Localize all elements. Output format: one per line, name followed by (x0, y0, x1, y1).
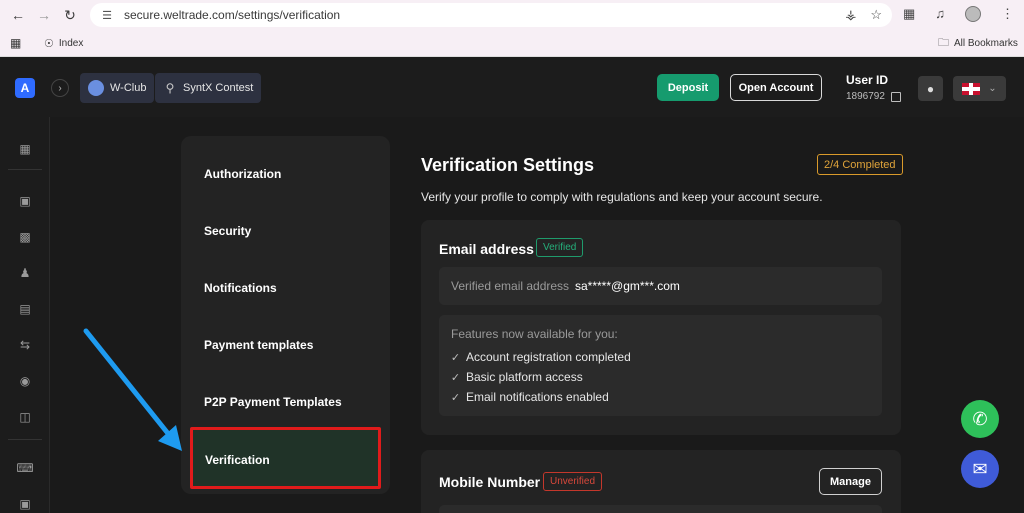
email-card: Email address Verified Verified email ad… (421, 220, 901, 435)
folder-icon: 🗀 (938, 36, 949, 49)
transfer-icon[interactable]: ⇆ (18, 338, 32, 352)
uk-flag-icon (962, 82, 981, 95)
nav-item-verification[interactable]: Verification (190, 427, 381, 489)
email-label: Verified email address (451, 279, 570, 293)
menu-icon[interactable]: ⋮ (1001, 6, 1014, 22)
apps-icon[interactable]: ▦ (10, 36, 21, 50)
accounts-icon[interactable]: ▤ (18, 302, 32, 316)
user-id-label: User ID (846, 73, 889, 87)
w-club-icon (88, 80, 104, 96)
user-profile-icon[interactable]: ● (918, 76, 943, 101)
left-sidebar: ▦ ▣ ▩ ♟ ▤ ⇆ ◉ ◫ ⌨ ▣ (0, 117, 50, 513)
back-icon[interactable]: ← (8, 5, 28, 25)
mobile-info-box (439, 505, 882, 513)
user-id-value: 1896792 (846, 91, 901, 102)
copy-icon[interactable] (890, 91, 901, 102)
mobile-card-title: Mobile Number (439, 474, 541, 490)
whatsapp-icon[interactable]: ✆ (961, 400, 999, 438)
documents-icon[interactable]: ◫ (18, 410, 32, 424)
annotation-arrow (83, 328, 182, 451)
password-key-icon[interactable]: ⚶ (845, 7, 856, 23)
list-item: ✓ Basic platform access (450, 370, 583, 384)
partners-icon[interactable]: ♟ (18, 266, 32, 280)
page-title: Verification Settings (421, 155, 595, 175)
trophy-icon: ⚲ (165, 81, 175, 95)
syntx-contest-button[interactable]: ⚲ SyntX Contest (155, 73, 262, 103)
forward-icon[interactable]: → (34, 5, 54, 25)
url-text: secure.weltrade.com/settings/verificatio… (124, 8, 341, 22)
nav-item-security[interactable]: Security (204, 224, 251, 238)
status-badge: Unverified (543, 472, 603, 491)
bookmarks-bar: ▦ ☉ Index 🗀 All Bookmarks (0, 30, 1024, 57)
terminal-icon[interactable]: ⌨ (16, 461, 33, 475)
check-icon: ✓ (450, 371, 461, 384)
image-icon[interactable]: ▣ (18, 497, 32, 511)
nav-item-p2p-payment-templates[interactable]: P2P Payment Templates (204, 395, 342, 409)
nav-item-notifications[interactable]: Notifications (204, 281, 277, 295)
manage-button[interactable]: Manage (819, 468, 882, 495)
status-badge: Verified (536, 238, 584, 257)
reload-icon[interactable]: ↻ (60, 5, 80, 25)
progress-badge: 2/4 Completed (817, 154, 903, 175)
page-subtitle: Verify your profile to comply with regul… (421, 190, 823, 204)
chevron-down-icon: ⌄ (988, 83, 997, 94)
cash-icon[interactable]: ◉ (18, 374, 32, 388)
chevron-right-icon[interactable]: › (51, 79, 69, 97)
bookmark-index[interactable]: ☉ Index (44, 37, 83, 50)
email-card-title: Email address (439, 241, 534, 257)
browser-toolbar: ← → ↻ ☰ secure.weltrade.com/settings/ver… (0, 0, 1024, 30)
nav-item-verification-label: Verification (205, 453, 270, 467)
rail-divider (8, 439, 42, 440)
list-item: ✓ Email notifications enabled (450, 390, 609, 404)
features-title: Features now available for you: (451, 327, 618, 341)
email-value: sa*****@gm***.com (575, 279, 680, 293)
mobile-card: Mobile Number Unverified Manage (421, 450, 901, 513)
globe-icon: ☉ (44, 37, 54, 50)
address-bar[interactable]: ☰ secure.weltrade.com/settings/verificat… (90, 3, 892, 27)
deposit-card-icon[interactable]: ▣ (18, 194, 32, 208)
app-header: A › W-Club ⚲ SyntX Contest Deposit Open … (0, 57, 1024, 117)
list-item: ✓ Account registration completed (450, 350, 631, 364)
nav-item-payment-templates[interactable]: Payment templates (204, 338, 313, 352)
nav-item-authorization[interactable]: Authorization (204, 167, 281, 181)
all-bookmarks[interactable]: 🗀 All Bookmarks (938, 34, 1018, 53)
deposit-button[interactable]: Deposit (657, 74, 719, 101)
weltrade-logo[interactable]: A (15, 78, 35, 98)
w-club-button[interactable]: W-Club (80, 73, 155, 103)
features-box: Features now available for you: ✓ Accoun… (439, 315, 882, 416)
media-control-icon[interactable]: ♫ (935, 6, 945, 22)
language-selector[interactable]: ⌄ (953, 76, 1006, 101)
profile-avatar[interactable] (965, 6, 981, 22)
rail-divider (8, 169, 42, 170)
check-icon: ✓ (450, 351, 461, 364)
email-info-box: Verified email address sa*****@gm***.com (439, 267, 882, 305)
dashboard-icon[interactable]: ▦ (18, 142, 32, 156)
chat-icon[interactable]: ✉ (961, 450, 999, 488)
bookmark-star-icon[interactable]: ☆ (870, 7, 882, 23)
wallet-icon[interactable]: ▩ (18, 230, 32, 244)
check-icon: ✓ (450, 391, 461, 404)
site-info-icon[interactable]: ☰ (100, 8, 114, 22)
extensions-icon[interactable]: ▦ (903, 6, 915, 22)
open-account-button[interactable]: Open Account (730, 74, 822, 101)
